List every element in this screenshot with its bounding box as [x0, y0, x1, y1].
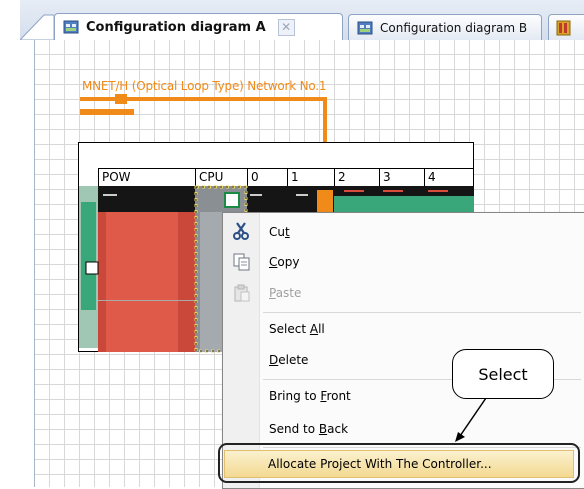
select-callout: Select: [452, 349, 554, 399]
callout-arrow: [455, 397, 487, 442]
